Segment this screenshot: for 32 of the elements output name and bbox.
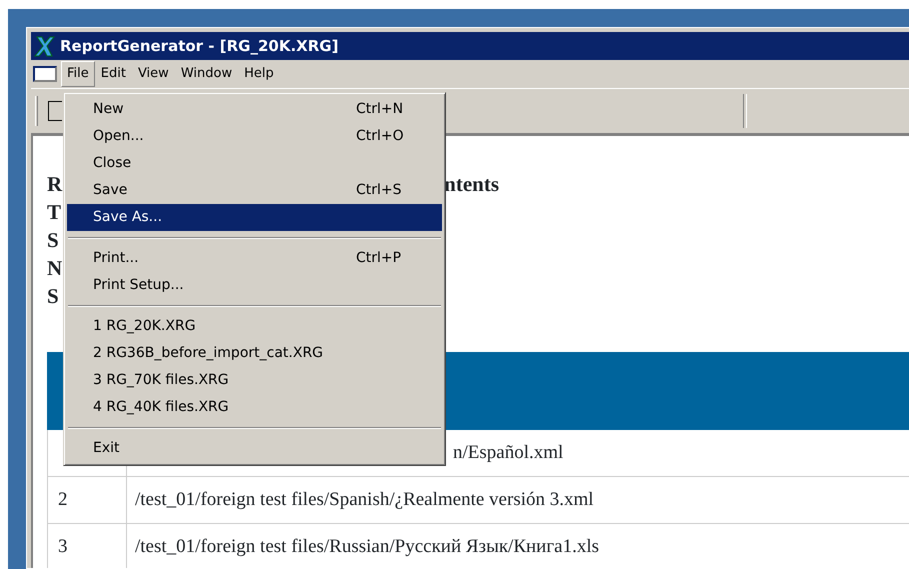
menu-item[interactable]: 1 RG_20K.XRG xyxy=(67,313,442,340)
window-title: ReportGenerator - [RG_20K.XRG] xyxy=(60,36,338,57)
menu-item[interactable]: Save Ctrl+S xyxy=(67,177,442,204)
table-cell-text: /test_01/foreign test files/Russian/Русский Язык/Книга1.xls xyxy=(134,534,599,559)
menu-item[interactable]: Help xyxy=(238,61,280,87)
heading-text: S xyxy=(47,227,59,254)
document-icon[interactable] xyxy=(33,66,57,82)
menu-item[interactable]: Edit xyxy=(94,61,132,87)
table-cell-text: 2 xyxy=(58,488,68,512)
menu-item[interactable]: 2 RG36B_before_import_cat.XRG xyxy=(67,340,442,367)
app-logo-icon xyxy=(34,35,56,57)
table-cell-text: /test_01/foreign test files/Spanish/¿Realmente versión 3.xml xyxy=(134,488,594,512)
table-cell-text: n/Español.xml xyxy=(453,440,564,465)
menu-item[interactable]: Window xyxy=(174,61,238,87)
heading-text: R xyxy=(47,171,62,198)
menu-item[interactable]: 3 RG_70K files.XRG xyxy=(67,367,442,394)
menu-item[interactable]: Save As... xyxy=(67,204,442,231)
menu-item[interactable]: View xyxy=(132,61,175,87)
heading-text: S xyxy=(47,283,59,310)
menu-item[interactable]: Open... Ctrl+O xyxy=(67,123,442,150)
heading-text: T xyxy=(47,199,62,226)
heading-text: ntents xyxy=(444,171,500,198)
menu-item[interactable]: File xyxy=(61,61,95,87)
menu-item[interactable]: New Ctrl+N xyxy=(67,96,442,123)
menu-item[interactable]: Print... Ctrl+P xyxy=(67,245,442,272)
toolbar-icon[interactable] xyxy=(48,101,62,121)
menu-item[interactable]: Close xyxy=(67,150,442,177)
menu-item[interactable]: Print Setup... xyxy=(67,272,442,299)
table-cell-text: 3 xyxy=(58,534,68,559)
menu-item[interactable]: 4 RG_40K files.XRG xyxy=(67,394,442,421)
menu-item[interactable]: Exit xyxy=(67,435,442,462)
heading-text: N xyxy=(47,255,62,282)
